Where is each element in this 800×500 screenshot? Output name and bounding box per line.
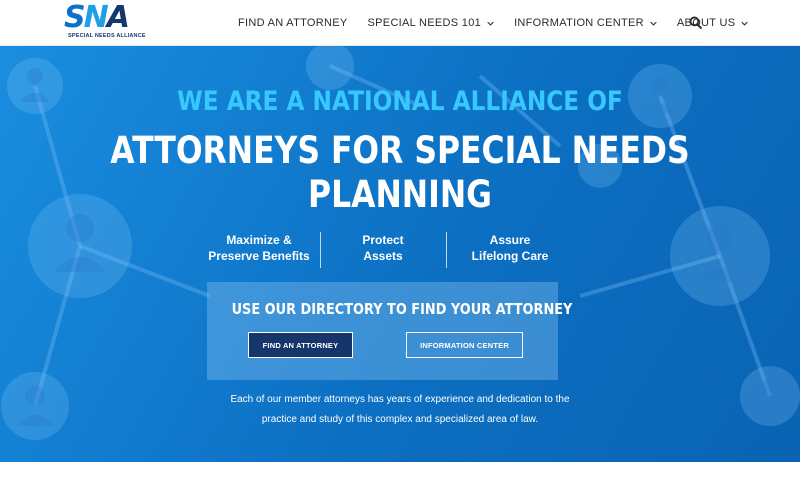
chevron-down-icon [650,21,657,26]
hero-description: Each of our member attorneys has years o… [0,390,800,430]
benefit-maximize: Maximize & Preserve Benefits [198,232,320,264]
benefits-row: Maximize & Preserve Benefits Protect Ass… [198,232,578,268]
hero-description-line2: practice and study of this complex and s… [261,414,539,425]
site-header: SNA SPECIAL NEEDS ALLIANCE FIND AN ATTOR… [0,0,800,46]
directory-panel: USE OUR DIRECTORY TO FIND YOUR ATTORNEY … [207,282,573,380]
search-icon[interactable] [689,16,702,29]
hero-headline-line1: WE ARE A NATIONAL ALLIANCE OF [177,86,623,117]
chevron-down-icon [741,21,749,26]
nav-item-about-us[interactable]: ABOUT US [676,17,749,29]
hero-headline-line2: ATTORNEYS FOR SPECIAL NEEDS PLANNING [60,129,740,217]
sna-logo[interactable]: SNA SPECIAL NEEDS ALLIANCE [64,3,154,43]
benefit-line2: Assets [363,249,403,263]
benefit-line2: Lifelong Care [471,249,549,263]
nav-item-label: FIND AN ATTORNEY [238,17,348,29]
directory-title: USE OUR DIRECTORY TO FIND YOUR ATTORNEY [231,300,573,318]
nav-item-label: INFORMATION CENTER [514,17,644,29]
benefit-line1: Protect [362,233,404,247]
nav-item-information-center[interactable]: INFORMATION CENTER [514,17,657,29]
benefit-protect: Protect Assets [322,232,444,264]
benefit-line1: Maximize & [226,233,292,247]
hero-headline-line2a: ATTORNEYS FOR SPECIAL NEEDS [110,129,690,172]
benefit-divider [446,232,447,268]
chevron-down-icon [487,21,494,26]
nav-item-label: ABOUT US [676,17,736,29]
nav-item-special-needs-101[interactable]: SPECIAL NEEDS 101 [368,17,495,29]
information-center-button[interactable]: INFORMATION CENTER [406,332,523,358]
logo-subtitle: SPECIAL NEEDS ALLIANCE [68,33,146,39]
nav-item-find-an-attorney[interactable]: FIND AN ATTORNEY [238,17,348,29]
benefit-assure: Assure Lifelong Care [448,232,572,264]
benefit-line2: Preserve Benefits [208,249,310,263]
logo-mark: SNA [64,0,130,35]
benefit-divider [320,232,321,268]
benefit-line1: Assure [489,233,531,247]
hero-description-line1: Each of our member attorneys has years o… [230,394,570,405]
find-an-attorney-button[interactable]: FIND AN ATTORNEY [248,332,353,358]
hero-banner: WE ARE A NATIONAL ALLIANCE OF ATTORNEYS … [0,46,800,462]
nav-item-label: SPECIAL NEEDS 101 [367,17,482,29]
hero-headline-line2b: PLANNING [308,173,492,216]
